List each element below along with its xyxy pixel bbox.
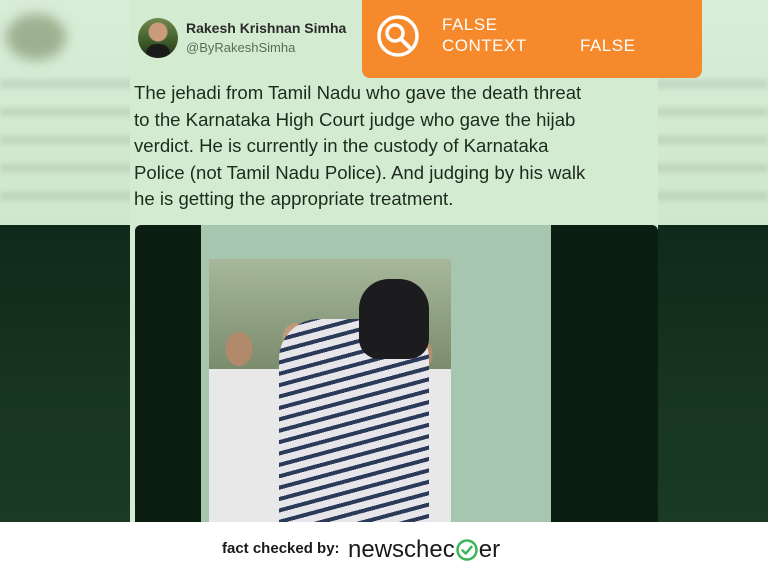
author-name[interactable]: Rakesh Krishnan Simha <box>186 20 346 36</box>
newschecker-logo[interactable]: newschec er <box>348 533 500 567</box>
verdict-badge: FALSE CONTEXT FALSE <box>362 0 702 78</box>
avatar[interactable] <box>138 18 178 58</box>
tweet-text: The jehadi from Tamil Nadu who gave the … <box>134 82 586 209</box>
avatar-shirt <box>146 44 170 58</box>
brand-text-end: er <box>478 536 501 563</box>
photo-hood <box>359 279 429 359</box>
badge-title: FALSE CONTEXT <box>442 15 527 55</box>
fact-checked-label: fact checked by: <box>222 540 340 557</box>
check-circle-icon <box>455 539 478 561</box>
footer: fact checked by: newschec er <box>0 522 768 576</box>
author-handle[interactable]: @ByRakeshSimha <box>186 40 295 55</box>
brand-text-start: newschec <box>348 536 455 563</box>
tweet-video[interactable] <box>135 225 658 522</box>
background-avatar-blur <box>6 14 66 60</box>
magnifier-icon <box>377 15 419 57</box>
tweet-card: Rakesh Krishnan Simha @ByRakeshSimha The… <box>130 0 658 522</box>
video-photo <box>209 259 451 522</box>
badge-label: FALSE <box>580 36 636 55</box>
